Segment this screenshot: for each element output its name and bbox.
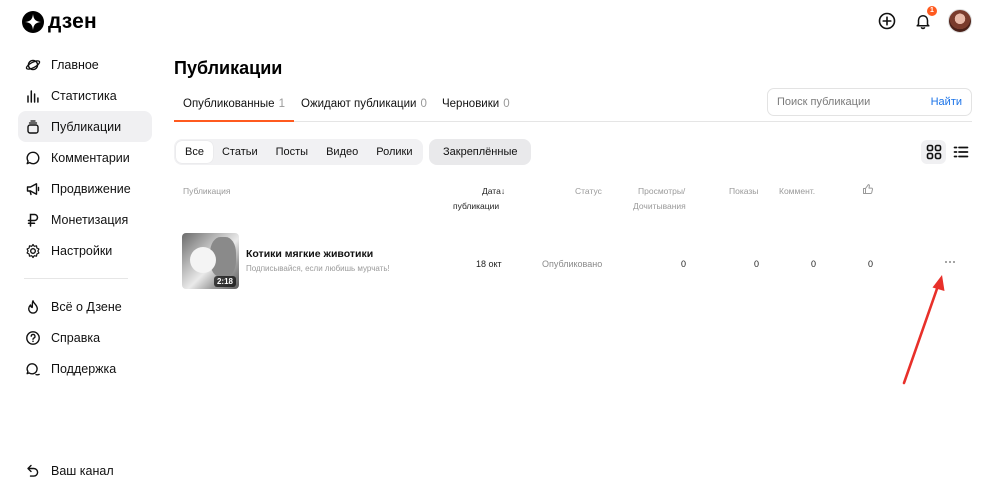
publication-comments: 0: [811, 259, 817, 269]
publication-subtitle: Подписывайся, если любишь мурчать!: [246, 264, 390, 273]
gear-icon: [24, 242, 42, 260]
header-actions: 1: [876, 6, 972, 33]
sidebar-item-support[interactable]: Поддержка: [18, 353, 152, 384]
bar-chart-icon: [24, 87, 42, 105]
column-date[interactable]: Дата↓: [482, 183, 505, 199]
column-comments: Коммент.: [779, 186, 816, 196]
tab-count: 0: [503, 97, 510, 110]
sidebar: Главное Статистика Публикации Комментари…: [18, 48, 152, 384]
tab-count: 1: [278, 97, 285, 110]
filter-shorts[interactable]: Ролики: [367, 141, 421, 163]
megaphone-icon: [24, 180, 42, 198]
more-actions-button[interactable]: [941, 257, 959, 267]
filter-articles[interactable]: Статьи: [213, 141, 267, 163]
publication-likes: 0: [868, 259, 874, 269]
grid-icon: [926, 144, 941, 160]
column-views-line2: Дочитывания: [633, 201, 686, 211]
your-channel-link[interactable]: Ваш канал: [18, 455, 114, 486]
pinned-filter[interactable]: Закреплённые: [429, 139, 532, 165]
your-channel-label: Ваш канал: [51, 463, 114, 478]
question-icon: [24, 329, 42, 347]
ruble-icon: [24, 211, 42, 229]
chat-icon: [24, 360, 42, 378]
tab-label: Ожидают публикации: [301, 97, 417, 110]
sidebar-item-stats[interactable]: Статистика: [18, 80, 152, 111]
column-date-line2: публикации: [453, 201, 500, 211]
column-views: Просмотры/: [638, 186, 686, 196]
dzen-star-icon: [22, 11, 44, 33]
avatar[interactable]: [948, 9, 972, 33]
sidebar-item-label: Поддержка: [51, 361, 117, 376]
sidebar-divider: [24, 278, 128, 279]
notifications-button[interactable]: 1: [912, 6, 937, 32]
sidebar-item-label: Главное: [51, 57, 99, 72]
page-title: Публикации: [174, 58, 283, 78]
publication-views: 0: [681, 259, 687, 269]
back-arrow-icon: [24, 462, 42, 480]
brand-name: дзен: [48, 10, 97, 33]
tab-published[interactable]: Опубликованные 1: [174, 86, 294, 122]
list-view-button[interactable]: [948, 140, 973, 164]
thumbs-up-icon: [863, 184, 874, 194]
plus-square-icon: [878, 12, 896, 30]
sidebar-item-monetization[interactable]: Монетизация: [18, 204, 152, 235]
sidebar-item-label: Монетизация: [51, 212, 129, 227]
sidebar-item-about-dzen[interactable]: Всё о Дзене: [18, 291, 152, 322]
notification-badge: 1: [927, 6, 937, 16]
tab-label: Опубликованные: [183, 97, 275, 110]
sidebar-item-label: Настройки: [51, 243, 113, 258]
sidebar-item-label: Публикации: [51, 119, 122, 134]
sidebar-item-label: Всё о Дзене: [51, 299, 122, 314]
sidebar-footer: Ваш канал: [18, 455, 114, 486]
tab-count: 0: [420, 97, 427, 110]
publication-thumbnail[interactable]: 2:18: [182, 233, 239, 289]
sidebar-item-publications[interactable]: Публикации: [18, 111, 152, 142]
search-button[interactable]: Найти: [931, 96, 962, 108]
search-box: Найти: [767, 88, 972, 116]
dzen-logo[interactable]: дзен: [22, 10, 97, 34]
sidebar-item-home[interactable]: Главное: [18, 49, 152, 80]
column-publication: Публикация: [183, 186, 231, 196]
sidebar-item-comments[interactable]: Комментарии: [18, 142, 152, 173]
sidebar-item-label: Комментарии: [51, 150, 130, 165]
sidebar-item-settings[interactable]: Настройки: [18, 235, 152, 266]
sidebar-item-promotion[interactable]: Продвижение: [18, 173, 152, 204]
tab-scheduled[interactable]: Ожидают публикации 0: [301, 86, 427, 121]
publication-impressions: 0: [754, 259, 760, 269]
list-icon: [953, 146, 968, 158]
column-likes: [862, 183, 874, 200]
flame-icon: [24, 298, 42, 316]
grid-view-button[interactable]: [921, 140, 946, 164]
sidebar-item-label: Продвижение: [51, 181, 131, 196]
type-filter-group: Все Статьи Посты Видео Ролики: [174, 139, 424, 165]
sidebar-item-help[interactable]: Справка: [18, 322, 152, 353]
tab-drafts[interactable]: Черновики 0: [442, 86, 510, 121]
video-duration: 2:18: [213, 276, 236, 287]
column-status: Статус: [575, 186, 602, 196]
tab-label: Черновики: [442, 97, 500, 110]
search-input[interactable]: [777, 96, 917, 108]
filter-posts[interactable]: Посты: [267, 141, 317, 163]
planet-icon: [24, 56, 42, 74]
publication-title[interactable]: Котики мягкие животики: [246, 248, 373, 260]
filter-video[interactable]: Видео: [317, 141, 367, 163]
create-button[interactable]: [876, 10, 898, 32]
filter-all[interactable]: Все: [176, 141, 213, 163]
stack-icon: [24, 118, 42, 136]
column-impressions: Показы: [729, 186, 759, 196]
sidebar-item-label: Справка: [51, 330, 101, 345]
comment-icon: [24, 149, 42, 167]
view-toggle: [921, 140, 973, 164]
publication-date: 18 окт: [476, 259, 502, 269]
sidebar-item-label: Статистика: [51, 88, 117, 103]
publication-status: Опубликовано: [542, 259, 603, 269]
